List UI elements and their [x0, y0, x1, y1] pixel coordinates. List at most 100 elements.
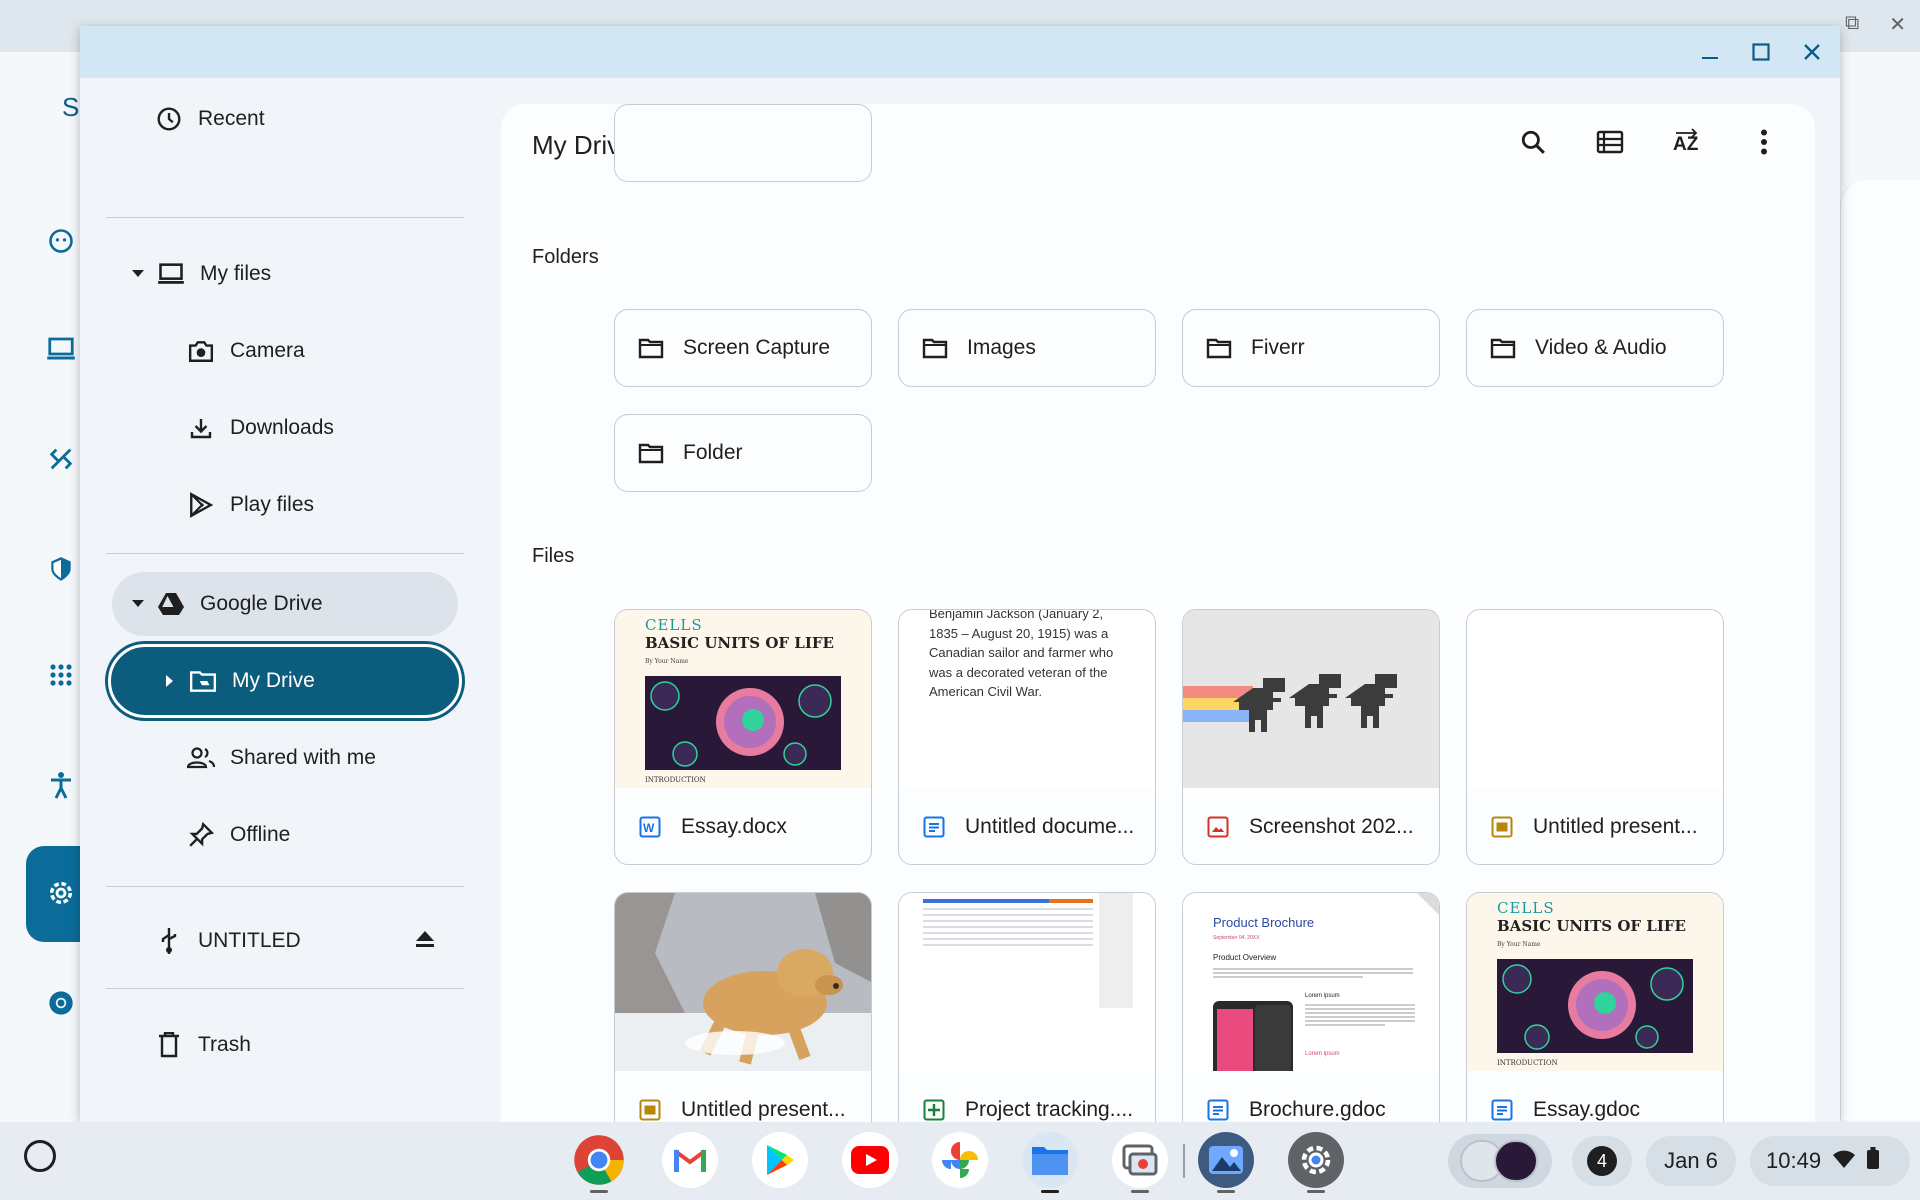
close-icon[interactable]: ✕: [1889, 12, 1906, 37]
file-card[interactable]: Product Brochure September 04, 20XX Prod…: [1182, 892, 1440, 1122]
people-icon: [186, 743, 216, 773]
sheets-file-icon: [921, 1097, 947, 1122]
spreadsheet-preview: [923, 893, 1133, 1008]
sidebar-item-google-drive[interactable]: Google Drive: [128, 573, 488, 635]
file-card[interactable]: Untitled present...: [1466, 609, 1724, 865]
holding-space-previews[interactable]: [1448, 1134, 1552, 1188]
list-view-button[interactable]: [1590, 124, 1630, 164]
thumb-text: By Your Name: [645, 658, 689, 665]
more-vert-icon: [1760, 129, 1768, 160]
folder-card[interactable]: Folder: [614, 414, 872, 492]
file-card[interactable]: CELLS BASIC UNITS OF LIFE By Your Name I…: [1466, 892, 1724, 1122]
settings-app-icon[interactable]: [1288, 1132, 1344, 1188]
folder-icon: [1205, 334, 1233, 362]
file-thumbnail: [1183, 610, 1439, 788]
gmail-app-icon[interactable]: [662, 1132, 718, 1188]
date-pill[interactable]: Jan 6: [1646, 1136, 1736, 1186]
folder-card[interactable]: Video & Audio: [1466, 309, 1724, 387]
folder-card[interactable]: Fiverr: [1182, 309, 1440, 387]
folder-card[interactable]: Images: [898, 309, 1156, 387]
sidebar-item-trash[interactable]: Trash: [154, 1014, 514, 1076]
close-button[interactable]: [1794, 34, 1830, 70]
sidebar-item-shared-with-me[interactable]: Shared with me: [186, 727, 546, 789]
shield-icon[interactable]: [44, 552, 78, 586]
running-indicator: [1041, 1190, 1059, 1193]
caret-down-icon[interactable]: [128, 270, 148, 278]
sidebar-item-offline[interactable]: Offline: [186, 804, 546, 866]
notification-pill[interactable]: 4: [1572, 1136, 1632, 1186]
minimize-button[interactable]: [1692, 34, 1728, 70]
file-name-row: Screenshot 202...: [1183, 788, 1439, 864]
camera-icon: [186, 336, 216, 366]
thumb-text: Lorem ipsum: [1305, 1051, 1340, 1057]
caret-right-icon[interactable]: [160, 675, 180, 687]
status-area[interactable]: 10:49: [1750, 1136, 1910, 1186]
shelf: 4 Jan 6 10:49: [0, 1122, 1920, 1200]
file-name-row: W Essay.docx: [615, 788, 871, 864]
sidebar-item-untitled-usb[interactable]: UNTITLED: [154, 910, 514, 972]
running-indicator: [1307, 1190, 1325, 1193]
thumb-text: CELLS: [1497, 899, 1555, 917]
wifi-icon: [1833, 1148, 1856, 1174]
files-app-window: Recent My files Camera Downloads Play fi…: [80, 26, 1840, 1122]
gallery-app-icon[interactable]: [1198, 1132, 1254, 1188]
divider: [106, 217, 464, 218]
thumb-text: September 04, 20XX: [1213, 935, 1260, 941]
face-icon[interactable]: [44, 224, 78, 258]
sidebar-item-play-files[interactable]: Play files: [186, 474, 546, 536]
sidebar-item-label: Trash: [198, 1033, 251, 1056]
file-name: Untitled docume...: [965, 815, 1135, 838]
time-text: 10:49: [1766, 1148, 1822, 1173]
apps-grid-icon[interactable]: [44, 658, 78, 692]
eject-icon[interactable]: [415, 930, 437, 950]
cell-illustration: [645, 676, 841, 770]
file-card[interactable]: Untitled present...: [614, 892, 872, 1122]
file-card[interactable]: CELLS BASIC UNITS OF LIFE By Your Name I…: [614, 609, 872, 865]
sidebar-item-my-files[interactable]: My files: [128, 243, 488, 305]
dog-photo: [615, 893, 871, 1071]
photos-app-icon[interactable]: [932, 1132, 988, 1188]
page-fold: [1417, 893, 1439, 915]
file-card[interactable]: Project tracking....: [898, 892, 1156, 1122]
docs-file-icon: [921, 814, 947, 840]
sidebar-item-recent[interactable]: Recent: [154, 88, 514, 150]
file-thumbnail: CELLS BASIC UNITS OF LIFE By Your Name I…: [615, 610, 871, 788]
sidebar-item-downloads[interactable]: Downloads: [186, 397, 546, 459]
search-button[interactable]: [1513, 124, 1553, 164]
laptop-icon[interactable]: [44, 332, 78, 366]
youtube-app-icon[interactable]: [842, 1132, 898, 1188]
svg-text:W: W: [643, 821, 655, 835]
launcher-button[interactable]: [24, 1140, 56, 1172]
chrome-icon[interactable]: [44, 986, 78, 1020]
accessibility-icon[interactable]: [44, 768, 78, 802]
background-window-controls: ⧉ ✕: [1845, 12, 1906, 37]
play-store-app-icon[interactable]: [752, 1132, 808, 1188]
screen-capture-app-icon[interactable]: [1112, 1132, 1168, 1188]
file-card[interactable]: Screenshot 202...: [1182, 609, 1440, 865]
sidebar-item-camera[interactable]: Camera: [186, 320, 546, 382]
sidebar-item-my-drive[interactable]: My Drive: [160, 650, 520, 712]
list-view-icon: [1596, 130, 1624, 159]
files-app-icon[interactable]: [1022, 1132, 1078, 1188]
slides-file-icon: [637, 1097, 663, 1122]
caret-down-icon[interactable]: [128, 600, 148, 608]
chrome-app-icon[interactable]: [571, 1132, 627, 1188]
restore-icon[interactable]: ⧉: [1845, 12, 1859, 37]
file-thumbnail: CELLS BASIC UNITS OF LIFE By Your Name I…: [1467, 893, 1723, 1071]
image-file-icon: [1205, 814, 1231, 840]
pin-icon: [186, 820, 216, 850]
more-options-button[interactable]: [1744, 124, 1784, 164]
settings-gear-icon[interactable]: [44, 876, 78, 910]
file-name: Untitled present...: [681, 1098, 846, 1121]
sort-button[interactable]: AZ: [1667, 124, 1707, 164]
file-name: Essay.docx: [681, 815, 787, 838]
thumb-text: INTRODUCTION: [1497, 1059, 1558, 1067]
tools-icon[interactable]: [44, 442, 78, 476]
sidebar-item-label: My files: [200, 262, 272, 285]
folder-card[interactable]: Screen Capture: [614, 309, 872, 387]
folder-icon: [1489, 334, 1517, 362]
file-card[interactable]: Benjamin Jackson (January 2, 1835 – Augu…: [898, 609, 1156, 865]
maximize-button[interactable]: [1743, 34, 1779, 70]
file-name-row: Brochure.gdoc: [1183, 1071, 1439, 1122]
sidebar-item-label: UNTITLED: [198, 929, 301, 952]
